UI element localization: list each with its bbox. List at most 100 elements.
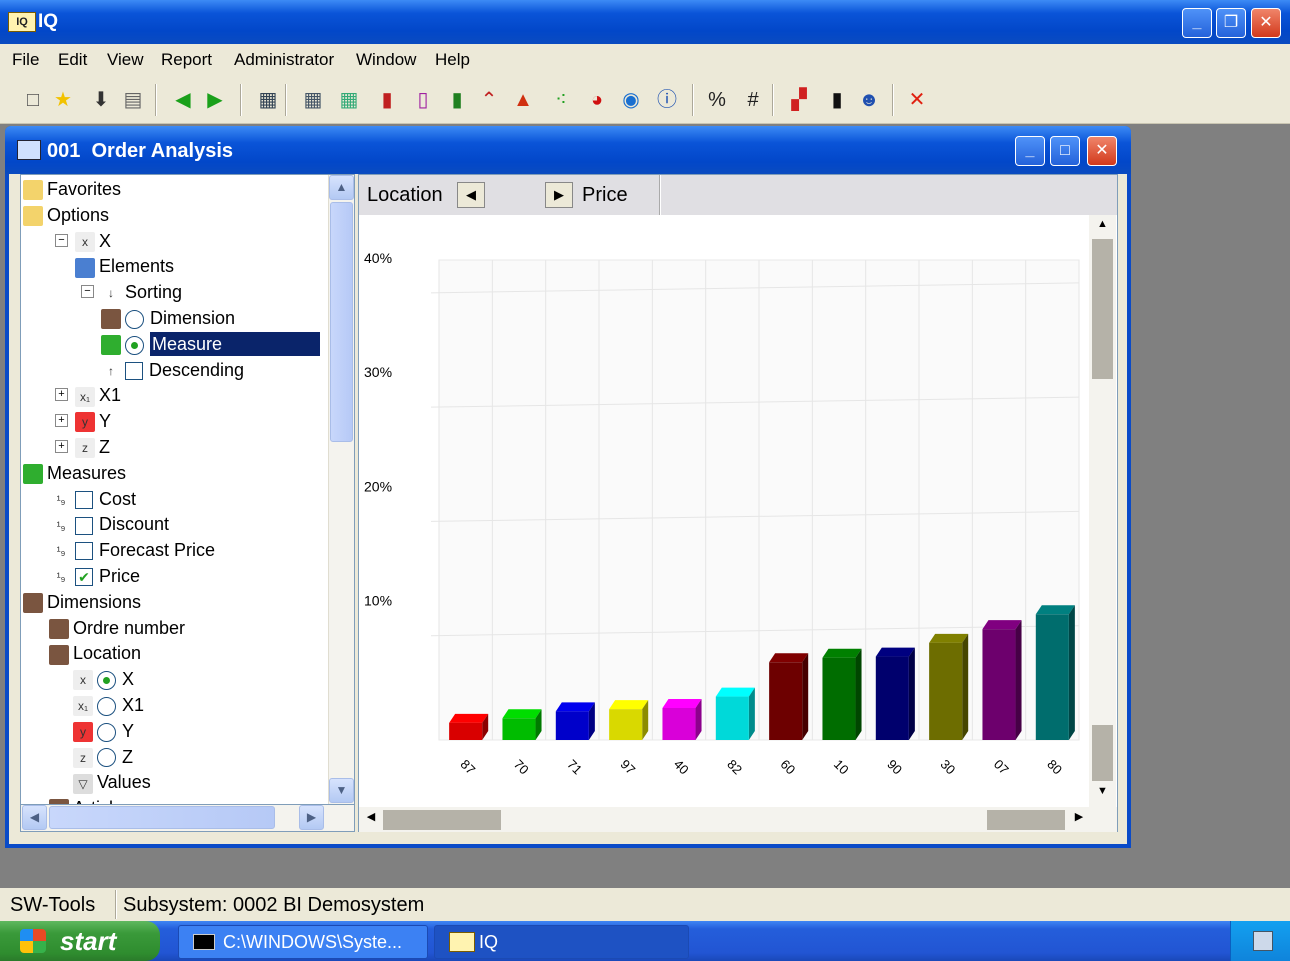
scroll-up-button[interactable]: ▲ bbox=[329, 175, 354, 200]
tree-node-sorting[interactable]: ↓ Sorting bbox=[101, 280, 182, 304]
menu-window[interactable]: Window bbox=[356, 50, 416, 70]
dimension-radio[interactable] bbox=[125, 309, 144, 329]
menu-view[interactable]: View bbox=[107, 50, 144, 70]
chart-vertical-scrollbar[interactable]: ▲ ▼ bbox=[1089, 215, 1116, 807]
task-iq[interactable]: IQ bbox=[434, 925, 689, 959]
scroll-down-button[interactable]: ▼ bbox=[329, 778, 354, 803]
loc-x-radio[interactable] bbox=[97, 670, 116, 690]
tree-node-cost[interactable]: ¹₉ Cost bbox=[51, 487, 136, 511]
chart-scroll-left-button[interactable]: ◀ bbox=[361, 810, 381, 830]
dimension-prev-button[interactable]: ◀ bbox=[457, 182, 485, 208]
z-axis-expander[interactable]: + bbox=[55, 440, 68, 453]
print-icon[interactable]: ▤ bbox=[118, 84, 148, 116]
tree-vertical-scrollbar[interactable]: ▲ ▼ bbox=[328, 175, 354, 804]
tree-node-loc-x1[interactable]: x₁ X1 bbox=[73, 693, 144, 717]
child-close-button[interactable]: ✕ bbox=[1087, 136, 1117, 166]
tree-node-favorites[interactable]: Favorites bbox=[23, 177, 121, 201]
restore-button[interactable]: ❐ bbox=[1216, 8, 1246, 38]
sorting-expander[interactable]: − bbox=[81, 285, 94, 299]
tree-node-y-axis[interactable]: yY bbox=[75, 409, 111, 433]
line-chart-icon[interactable]: ⌃ bbox=[474, 84, 504, 116]
tree-horizontal-scrollbar[interactable]: ◀ ▶ bbox=[20, 805, 355, 832]
bar-chart-icon[interactable]: ▮ bbox=[372, 84, 402, 116]
colors-icon[interactable]: ▞ bbox=[784, 84, 814, 116]
y-axis-expander[interactable]: + bbox=[55, 414, 68, 428]
scatter-chart-icon[interactable]: ⁖ bbox=[546, 84, 576, 116]
chart-scroll-up-button[interactable]: ▲ bbox=[1092, 218, 1113, 236]
scroll-thumb[interactable] bbox=[330, 202, 353, 442]
h-scroll-thumb[interactable] bbox=[49, 806, 275, 829]
tree-node-location[interactable]: Location bbox=[49, 641, 141, 665]
new-icon[interactable]: □ bbox=[18, 84, 48, 116]
tree-node-descending[interactable]: ↑ Descending bbox=[101, 358, 244, 382]
child-minimize-button[interactable]: _ bbox=[1015, 136, 1045, 166]
child-maximize-button[interactable]: □ bbox=[1050, 136, 1080, 166]
back-icon[interactable]: ◀ bbox=[168, 84, 198, 116]
tree-node-x1-axis[interactable]: x₁ X1 bbox=[75, 383, 121, 407]
forward-icon[interactable]: ▶ bbox=[200, 84, 230, 116]
menu-administrator[interactable]: Administrator bbox=[234, 50, 334, 70]
loc-y-radio[interactable] bbox=[97, 722, 116, 742]
chart-scroll-thumb-top[interactable] bbox=[1092, 239, 1113, 379]
chart-horizontal-scrollbar[interactable]: ◀ ▶ bbox=[359, 807, 1117, 832]
loc-z-radio[interactable] bbox=[97, 748, 116, 768]
menu-file[interactable]: File bbox=[12, 50, 39, 70]
tree-node-x-axis[interactable]: xX bbox=[75, 229, 111, 253]
import-icon[interactable]: ⬇ bbox=[86, 84, 116, 116]
scroll-right-button[interactable]: ▶ bbox=[299, 805, 324, 830]
tree-node-loc-x[interactable]: xX bbox=[73, 667, 134, 691]
options-tree[interactable]: Favorites Options − x X Elements − ↓ Sorting Dime… bbox=[20, 174, 355, 805]
traffic-light-icon[interactable]: ▮ bbox=[822, 84, 852, 116]
price-checkbox[interactable]: ✔ bbox=[75, 568, 93, 587]
close-button[interactable]: ✕ bbox=[1251, 8, 1281, 38]
tree-node-article[interactable]: Article bbox=[49, 796, 123, 804]
menu-help[interactable]: Help bbox=[435, 50, 470, 70]
start-button[interactable]: start bbox=[0, 921, 160, 961]
app-title-bar[interactable]: IQ IQ _ ❐ ✕ bbox=[0, 0, 1290, 44]
users-icon[interactable]: ☻ bbox=[854, 84, 884, 116]
favorite-star-icon[interactable]: ★ bbox=[48, 84, 78, 116]
loc-x1-radio[interactable] bbox=[97, 696, 116, 716]
info-icon[interactable]: ⓘ bbox=[652, 84, 682, 116]
dimension-next-button[interactable]: ▶ bbox=[545, 182, 573, 208]
tree-node-elements[interactable]: Elements bbox=[75, 254, 174, 278]
tree-node-options[interactable]: Options bbox=[23, 203, 109, 227]
percent-icon[interactable]: % bbox=[702, 84, 732, 116]
bar-chart-3-icon[interactable]: ▮ bbox=[442, 84, 472, 116]
x1-axis-expander[interactable]: + bbox=[55, 388, 68, 402]
chart-scroll-thumb-bottom[interactable] bbox=[1092, 725, 1113, 781]
chart-h-thumb-right[interactable] bbox=[987, 810, 1065, 830]
tree-node-forecast-price[interactable]: ¹₉ Forecast Price bbox=[51, 538, 215, 562]
tree-node-ordre-number[interactable]: Ordre number bbox=[49, 616, 185, 640]
tree-node-dimension[interactable]: Dimension bbox=[101, 306, 235, 330]
table-add-icon[interactable]: ▦ bbox=[334, 84, 364, 116]
layout-icon[interactable]: ▦ bbox=[253, 84, 283, 116]
area-chart-icon[interactable]: ▲ bbox=[508, 84, 538, 116]
tree-node-measures[interactable]: Measures bbox=[23, 461, 126, 485]
chart-h-thumb-left[interactable] bbox=[383, 810, 501, 830]
tree-node-values[interactable]: ▽ Values bbox=[73, 770, 151, 794]
descending-checkbox[interactable] bbox=[125, 361, 143, 380]
forecast-price-checkbox[interactable] bbox=[75, 542, 93, 561]
menu-edit[interactable]: Edit bbox=[58, 50, 87, 70]
x-axis-expander[interactable]: − bbox=[55, 233, 68, 247]
scroll-left-button[interactable]: ◀ bbox=[22, 805, 47, 830]
tree-node-discount[interactable]: ¹₉ Discount bbox=[51, 512, 169, 536]
table-icon[interactable]: ▦ bbox=[298, 84, 328, 116]
tree-node-loc-z[interactable]: zZ bbox=[73, 745, 133, 769]
cost-checkbox[interactable] bbox=[75, 490, 93, 509]
minimize-button[interactable]: _ bbox=[1182, 8, 1212, 38]
menu-report[interactable]: Report bbox=[161, 50, 212, 70]
pie-chart-icon[interactable]: ◕ bbox=[582, 84, 612, 116]
tree-node-measure[interactable]: Measure bbox=[101, 330, 321, 357]
discount-checkbox[interactable] bbox=[75, 516, 93, 535]
tree-node-z-axis[interactable]: zZ bbox=[75, 435, 110, 459]
chart-scroll-right-button[interactable]: ▶ bbox=[1069, 810, 1089, 830]
tree-node-price[interactable]: ¹₉ ✔ Price bbox=[51, 564, 140, 588]
measure-radio[interactable] bbox=[125, 335, 144, 355]
bar-chart-2-icon[interactable]: ▯ bbox=[408, 84, 438, 116]
close-red-icon[interactable]: ✕ bbox=[902, 84, 932, 116]
task-cmd[interactable]: C:\WINDOWS\Syste... bbox=[178, 925, 428, 959]
child-title-bar[interactable]: 001 Order Analysis _ □ ✕ bbox=[5, 126, 1131, 174]
tree-node-dimensions[interactable]: Dimensions bbox=[23, 590, 141, 614]
